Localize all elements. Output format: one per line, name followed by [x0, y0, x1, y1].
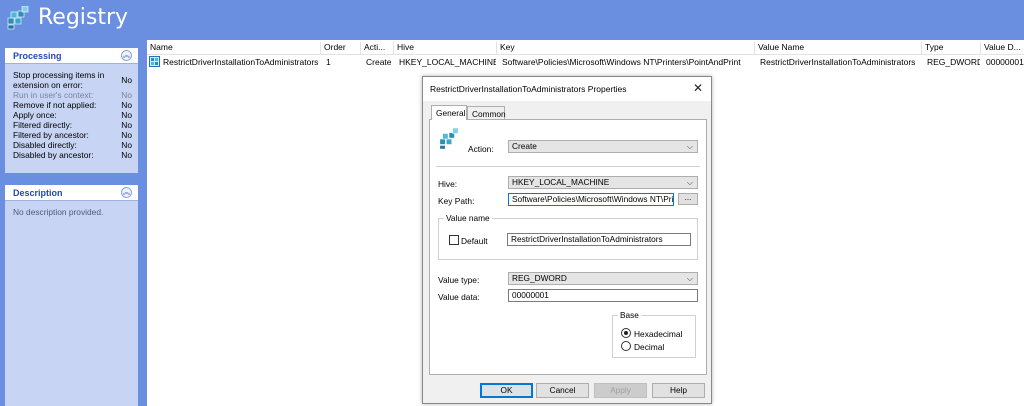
processing-value: No [121, 100, 132, 110]
processing-value: No [121, 140, 132, 150]
column-header-hive[interactable]: Hive [393, 42, 496, 55]
processing-row: Run in user's context: No [5, 90, 138, 100]
processing-key: Run in user's context: [13, 90, 94, 100]
action-label: Action: [468, 144, 494, 154]
header-bar: Registry [0, 0, 1024, 38]
registry-item-icon [149, 56, 160, 67]
processing-title: Processing [13, 51, 62, 61]
value-type-select-value: REG_DWORD [512, 273, 567, 283]
cell-type: REG_DWORD [927, 57, 980, 67]
separator [436, 166, 700, 167]
processing-key: Apply once: [13, 110, 57, 120]
processing-panel: Processing ︽ Stop processing items in ex… [5, 48, 138, 173]
browse-button[interactable]: ... [678, 193, 698, 205]
value-data-label: Value data: [438, 292, 480, 302]
column-header-order[interactable]: Order [320, 42, 360, 55]
column-header-value-name[interactable]: Value Name [754, 42, 921, 55]
registry-cubes-icon [439, 128, 459, 150]
processing-row: Disabled by ancestor: No [5, 150, 138, 160]
processing-value: No [121, 150, 132, 160]
cell-value-data: 00000001 [986, 57, 1024, 67]
action-select[interactable]: Create ⌵ [508, 140, 698, 153]
processing-row: Stop processing items in extension on er… [5, 70, 138, 90]
decimal-radio[interactable] [621, 341, 631, 351]
description-panel-header[interactable]: Description ︽ [5, 185, 138, 201]
cell-hive: HKEY_LOCAL_MACHINE [399, 57, 496, 67]
table-header: Name Order Acti... Hive Key Value Name T… [147, 40, 1024, 55]
cell-key: Software\Policies\Microsoft\Windows NT\P… [502, 57, 741, 67]
hive-label: Hive: [438, 179, 458, 189]
cell-action: Create [366, 57, 392, 67]
processing-key: Remove if not applied: [13, 100, 97, 110]
chevron-down-icon: ⌵ [686, 274, 693, 283]
registry-cubes-icon [7, 6, 29, 30]
value-type-select[interactable]: REG_DWORD ⌵ [508, 272, 698, 285]
value-data-input[interactable]: 00000001 [508, 289, 698, 302]
base-group-title: Base [618, 310, 641, 320]
tab-general[interactable]: General [431, 105, 467, 120]
help-button[interactable]: Help [652, 383, 705, 398]
default-label: Default [461, 236, 488, 246]
close-icon[interactable]: ✕ [693, 81, 703, 95]
table-row[interactable]: RestrictDriverInstallationToAdministrato… [147, 55, 1024, 69]
processing-row: Remove if not applied: No [5, 100, 138, 110]
value-name-group-title: Value name [444, 213, 492, 223]
chevron-up-double-icon[interactable]: ︽ [121, 187, 132, 198]
column-header-action[interactable]: Acti... [360, 42, 393, 55]
cell-value-name: RestrictDriverInstallationToAdministrato… [760, 57, 916, 67]
processing-value: No [121, 110, 132, 120]
tab-common[interactable]: Common [467, 106, 506, 120]
processing-row: Disabled directly: No [5, 140, 138, 150]
processing-row: Filtered by ancestor: No [5, 130, 138, 140]
processing-key: Filtered directly: [13, 120, 73, 130]
chevron-down-icon: ⌵ [686, 142, 693, 151]
chevron-down-icon: ⌵ [686, 178, 693, 187]
column-header-key[interactable]: Key [496, 42, 754, 55]
default-checkbox[interactable] [449, 235, 459, 245]
hive-select[interactable]: HKEY_LOCAL_MACHINE ⌵ [508, 176, 698, 189]
action-select-value: Create [512, 141, 537, 151]
cell-order: 1 [326, 57, 331, 67]
processing-value: No [121, 75, 132, 85]
dialog-title-bar[interactable]: RestrictDriverInstallationToAdministrato… [423, 77, 711, 101]
registry-window: Registry Processing ︽ Stop processing it… [0, 0, 1024, 406]
processing-value: No [121, 120, 132, 130]
page-title: Registry [38, 5, 129, 30]
dialog-title: RestrictDriverInstallationToAdministrato… [430, 84, 627, 94]
column-header-name[interactable]: Name [147, 42, 320, 55]
description-title: Description [13, 188, 63, 198]
decimal-label: Decimal [634, 342, 665, 352]
key-path-input[interactable]: Software\Policies\Microsoft\Windows NT\P… [508, 193, 674, 206]
processing-key: Disabled directly: [13, 140, 77, 150]
key-path-label: Key Path: [438, 196, 475, 206]
processing-key: Stop processing items in extension on er… [13, 70, 105, 90]
description-panel: Description ︽ No description provided. [5, 185, 138, 406]
value-type-label: Value type: [438, 275, 480, 285]
processing-key: Filtered by ancestor: [13, 130, 89, 140]
column-header-type[interactable]: Type [921, 42, 980, 55]
processing-row: Apply once: No [5, 110, 138, 120]
cancel-button[interactable]: Cancel [536, 383, 589, 398]
processing-panel-header[interactable]: Processing ︽ [5, 48, 138, 64]
properties-dialog: RestrictDriverInstallationToAdministrato… [422, 76, 712, 404]
processing-value: No [121, 90, 132, 100]
hexadecimal-label: Hexadecimal [634, 329, 683, 339]
processing-key: Disabled by ancestor: [13, 150, 94, 160]
description-text: No description provided. [13, 207, 104, 217]
base-group: Base Hexadecimal Decimal [612, 310, 696, 358]
general-tab-panel: Action: Create ⌵ Hive: HKEY_LOCAL_MACHIN… [429, 119, 707, 375]
cell-name: RestrictDriverInstallationToAdministrato… [163, 57, 319, 67]
ok-button[interactable]: OK [480, 383, 533, 398]
value-name-input[interactable]: RestrictDriverInstallationToAdministrato… [507, 233, 691, 246]
column-header-value-data[interactable]: Value D... [980, 42, 1024, 55]
hive-select-value: HKEY_LOCAL_MACHINE [512, 177, 610, 187]
hexadecimal-radio[interactable] [621, 328, 631, 338]
processing-value: No [121, 130, 132, 140]
chevron-up-double-icon[interactable]: ︽ [121, 50, 132, 61]
apply-button[interactable]: Apply [594, 383, 647, 398]
processing-row: Filtered directly: No [5, 120, 138, 130]
value-name-group: Value name Default RestrictDriverInstall… [438, 213, 698, 260]
